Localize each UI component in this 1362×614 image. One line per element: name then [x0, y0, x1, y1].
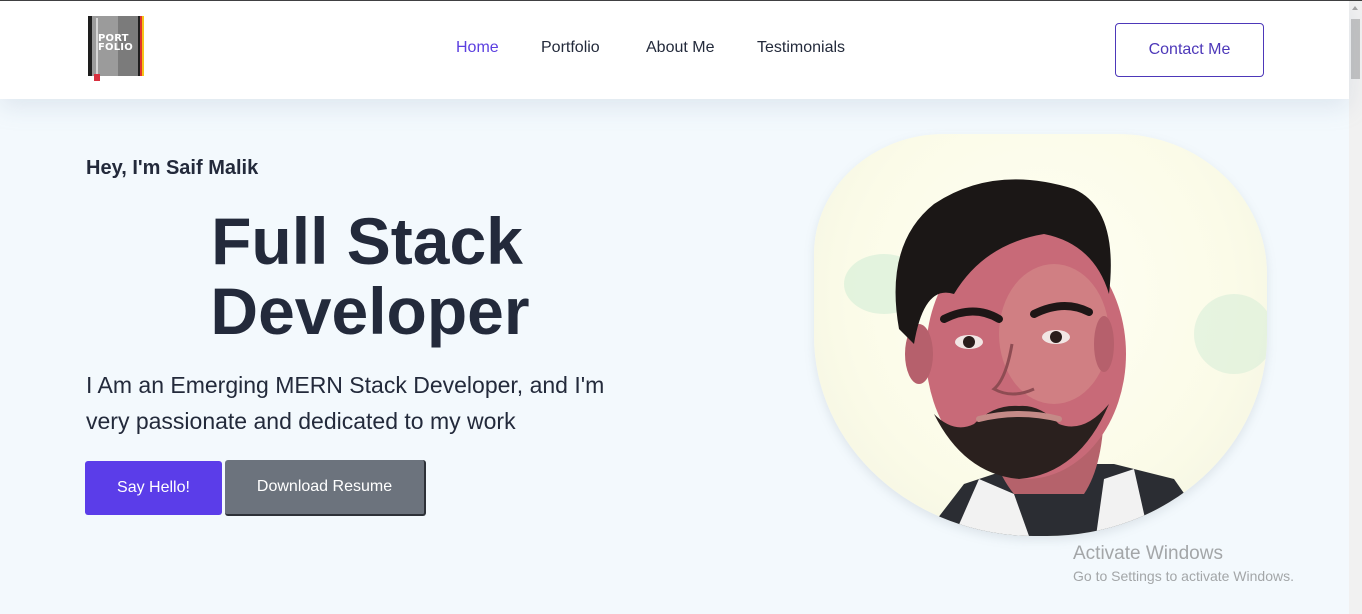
profile-portrait-illustration [844, 179, 1267, 536]
portfolio-logo[interactable]: PORT FOLIO [88, 16, 146, 82]
nav-link-home[interactable]: Home [456, 39, 499, 57]
download-resume-button[interactable]: Download Resume [225, 460, 426, 516]
contact-me-button[interactable]: Contact Me [1115, 23, 1264, 77]
scrollbar-thumb[interactable] [1351, 19, 1360, 79]
hero-headline-line1: Full Stack [211, 204, 523, 278]
activate-windows-title: Activate Windows [1073, 543, 1223, 564]
nav-link-portfolio[interactable]: Portfolio [541, 39, 600, 57]
logo-text: PORT FOLIO [98, 34, 138, 53]
hero-headline: Full Stack Developer [86, 206, 666, 346]
hero-headline-line2: Developer [210, 274, 530, 348]
hero-greeting: Hey, I'm Saif Malik [86, 157, 259, 179]
logo-bookmark-ribbon [94, 74, 100, 81]
nav-link-testimonials[interactable]: Testimonials [757, 39, 845, 57]
profile-photo [814, 134, 1267, 536]
portfolio-page: PORT FOLIO Home Portfolio About Me Testi… [0, 0, 1362, 614]
scroll-up-arrow-icon[interactable] [1352, 6, 1358, 10]
nav-link-about-me[interactable]: About Me [646, 39, 714, 57]
say-hello-button[interactable]: Say Hello! [85, 461, 222, 515]
vertical-scrollbar[interactable] [1349, 1, 1362, 614]
hero-subtitle: I Am an Emerging MERN Stack Developer, a… [86, 372, 605, 434]
activate-windows-subtitle: Go to Settings to activate Windows. [1073, 568, 1294, 584]
logo-text-line2: FOLIO [98, 42, 133, 53]
site-header: PORT FOLIO Home Portfolio About Me Testi… [0, 1, 1349, 99]
